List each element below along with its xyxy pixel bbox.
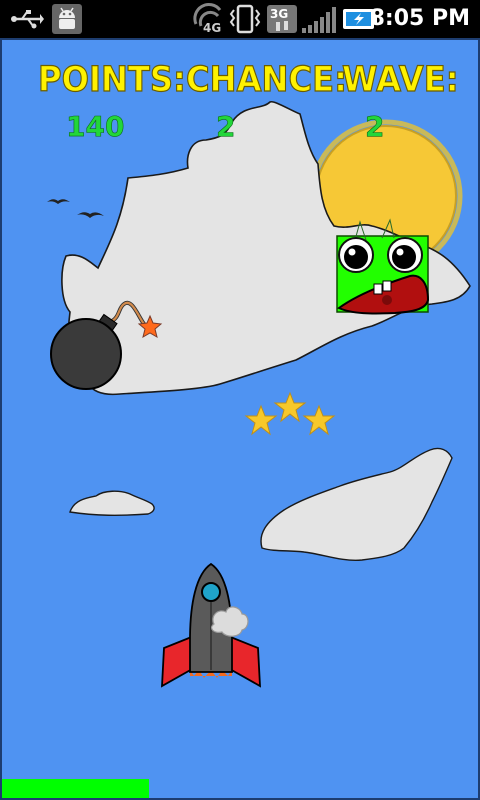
screen: 4G 3G 8:05 PM POINTS: CHANCE: WAVE: 140 … — [0, 0, 480, 800]
bird-icon — [47, 199, 104, 218]
status-bar: 4G 3G 8:05 PM — [0, 0, 480, 38]
game-canvas[interactable]: POINTS: CHANCE: WAVE: 140 2 2 — [0, 38, 480, 800]
points-value: 140 — [66, 110, 125, 144]
chance-value: 2 — [216, 110, 236, 144]
energy-bar — [0, 779, 149, 800]
medium-cloud — [260, 447, 453, 562]
usb-icon — [11, 10, 44, 29]
phone-vibrate-icon — [229, 4, 261, 34]
points-label: POINTS: — [37, 59, 186, 100]
data-type-label: 3G — [270, 7, 288, 21]
small-cloud — [69, 490, 155, 517]
chance-label: CHANCE: — [185, 59, 347, 100]
wave-label: WAVE: — [341, 59, 459, 100]
4g-signal-icon: 4G — [193, 3, 221, 34]
signal-bars-icon — [302, 7, 336, 33]
game-scene — [47, 100, 471, 688]
3g-data-icon: 3G — [267, 5, 297, 33]
network-label: 4G — [203, 21, 221, 34]
clock: 8:05 PM — [369, 6, 470, 31]
wave-value: 2 — [365, 110, 385, 144]
star-bonus — [244, 391, 336, 436]
android-debug-icon — [52, 4, 82, 34]
